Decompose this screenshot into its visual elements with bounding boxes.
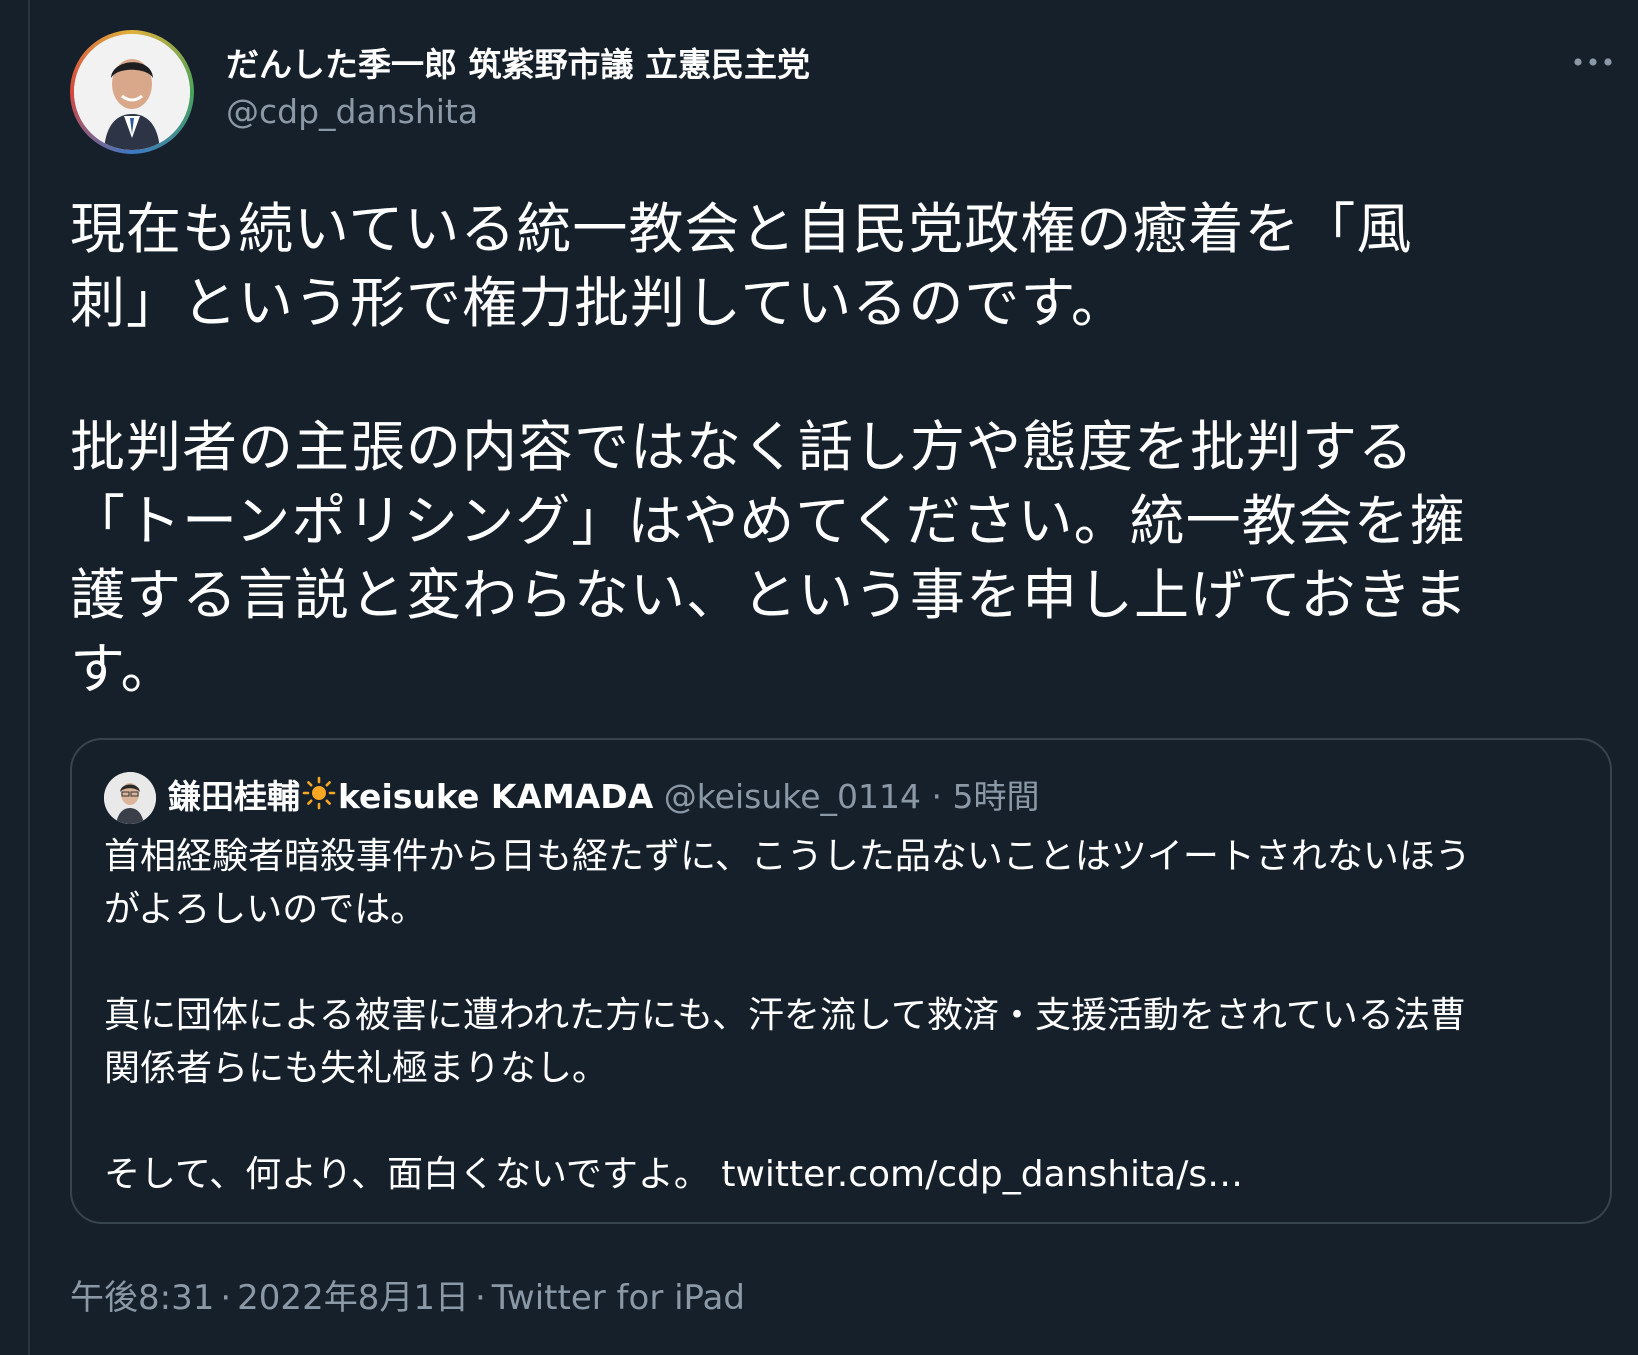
tweet-footer: 午後8:31 · 2022年8月1日 · Twitter for iPad — [70, 1270, 745, 1319]
tweet-line: 護する言説と変わらない、という事を申し上げておきま — [70, 563, 1469, 627]
quoted-tweet-link[interactable]: twitter.com/cdp_danshita/s… — [721, 1154, 1243, 1195]
footer-separator: · — [474, 1278, 486, 1318]
tweet-line: 現在も続いている統一教会と自民党政権の癒着を「風 — [70, 197, 1413, 261]
quoted-line: がよろしいのでは。 — [104, 889, 427, 930]
quoted-author-avatar[interactable] — [104, 772, 156, 824]
quoted-meta-separator: · — [931, 777, 942, 816]
tweet-date[interactable]: 2022年8月1日 — [237, 1278, 469, 1318]
tweet-line: 批判者の主張の内容ではなく話し方や態度を批判する — [70, 415, 1415, 479]
quoted-line: 首相経験者暗殺事件から日も経たずに、こうした品ないことはツイートされないほう — [104, 836, 1471, 877]
tweet: だんした季一郎 筑紫野市議 立憲民主党 @cdp_danshita 現在も続いて… — [0, 0, 1638, 1355]
quoted-tweet-header: 鎌田桂輔 keisuke KAMADA @keisuke_0114 · 5時間 — [168, 774, 1039, 823]
quoted-author-name-suffix[interactable]: keisuke KAMADA — [338, 777, 653, 816]
author-photo — [74, 34, 190, 150]
sun-emoji-icon — [301, 775, 337, 823]
author-handle[interactable]: @cdp_danshita — [226, 92, 478, 131]
more-horizontal-icon[interactable] — [1568, 44, 1618, 80]
quoted-last-line: そして、何より、面白くないですよ。 twitter.com/cdp_danshi… — [104, 1148, 1574, 1201]
tweet-line: 「トーンポリシング」はやめてください。統一教会を擁 — [70, 489, 1466, 553]
quoted-line: 真に団体による被害に遭われた方にも、汗を流して救済・支援活動をされている法曹 — [104, 995, 1466, 1036]
quoted-tweet-text: 首相経験者暗殺事件から日も経たずに、こうした品ないことはツイートされないほう が… — [104, 830, 1574, 1201]
quoted-tweet-card[interactable]: 鎌田桂輔 keisuke KAMADA @keisuke_0114 · 5時間 首… — [70, 738, 1612, 1224]
tweet-line: す。 — [70, 637, 177, 701]
quoted-author-photo — [104, 772, 156, 824]
quoted-author-handle[interactable]: @keisuke_0114 — [664, 777, 921, 816]
quoted-tweet-time[interactable]: 5時間 — [952, 777, 1039, 816]
author-name[interactable]: だんした季一郎 筑紫野市議 立憲民主党 — [226, 38, 810, 86]
tweet-source[interactable]: Twitter for iPad — [492, 1278, 745, 1318]
tweet-text: 現在も続いている統一教会と自民党政権の癒着を「風 刺」という形で権力批判している… — [70, 192, 1570, 706]
quoted-line: 関係者らにも失礼極まりなし。 — [104, 1048, 609, 1089]
footer-separator: · — [220, 1278, 232, 1318]
tweet-time[interactable]: 午後8:31 — [70, 1278, 214, 1318]
author-avatar[interactable] — [70, 30, 194, 154]
quoted-author-name-prefix[interactable]: 鎌田桂輔 — [168, 777, 300, 816]
quoted-line: そして、何より、面白くないですよ。 — [104, 1154, 710, 1195]
tweet-line: 刺」という形で権力批判しているのです。 — [70, 271, 1127, 335]
